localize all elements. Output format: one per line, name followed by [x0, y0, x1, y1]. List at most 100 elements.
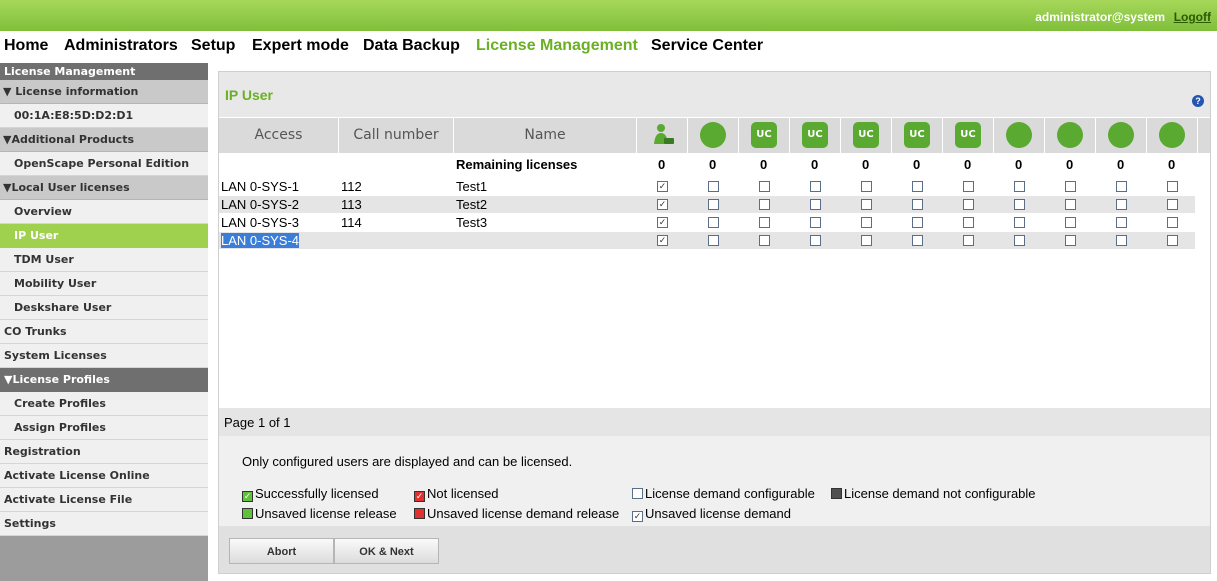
remaining-count: 0 — [1015, 157, 1023, 172]
nav-license-management[interactable]: License Management — [476, 37, 638, 55]
license-checkbox[interactable] — [1167, 199, 1178, 210]
logoff-link[interactable]: Logoff — [1174, 10, 1211, 24]
sidebar-item-6[interactable]: Overview — [0, 200, 208, 224]
table-row[interactable]: LAN 0-SYS-2 113 Test2 ✓ — [219, 196, 1195, 213]
license-checkbox[interactable] — [963, 181, 974, 192]
license-checkbox[interactable] — [1065, 235, 1076, 246]
license-column-8[interactable] — [994, 118, 1045, 153]
license-checkbox[interactable]: ✓ — [657, 217, 668, 228]
sidebar-item-4[interactable]: OpenScape Personal Edition — [0, 152, 208, 176]
license-checkbox[interactable] — [708, 235, 719, 246]
license-checkbox[interactable] — [963, 199, 974, 210]
license-checkbox[interactable] — [810, 235, 821, 246]
license-checkbox[interactable] — [1014, 199, 1025, 210]
license-checkbox[interactable]: ✓ — [657, 181, 668, 192]
sidebar-item-11[interactable]: CO Trunks — [0, 320, 208, 344]
license-checkbox[interactable] — [912, 217, 923, 228]
license-checkbox[interactable] — [963, 217, 974, 228]
table-row[interactable]: LAN 0-SYS-1 112 Test1 ✓ — [219, 178, 1195, 195]
legend-note: Only configured users are displayed and … — [242, 454, 573, 469]
sidebar-item-8[interactable]: TDM User — [0, 248, 208, 272]
column-access[interactable]: Access — [219, 118, 339, 153]
sidebar-item-10[interactable]: Deskshare User — [0, 296, 208, 320]
abort-button[interactable]: Abort — [229, 538, 334, 564]
nav-service-center[interactable]: Service Center — [651, 37, 763, 55]
license-column-2[interactable] — [688, 118, 739, 153]
nav-data-backup[interactable]: Data Backup — [363, 37, 460, 55]
sidebar-item-13[interactable]: ▼License Profiles — [0, 368, 208, 392]
license-checkbox[interactable] — [1065, 199, 1076, 210]
license-column-5[interactable]: UC — [841, 118, 892, 153]
license-column-4[interactable]: UC — [790, 118, 841, 153]
sidebar-item-1[interactable]: ▼ License information — [0, 80, 208, 104]
nav-setup[interactable]: Setup — [191, 37, 235, 55]
sidebar-item-12[interactable]: System Licenses — [0, 344, 208, 368]
license-checkbox[interactable] — [1116, 199, 1127, 210]
license-checkbox[interactable] — [861, 199, 872, 210]
license-column-10[interactable] — [1096, 118, 1147, 153]
table-row[interactable]: LAN 0-SYS-3 114 Test3 ✓ — [219, 214, 1195, 231]
license-column-11[interactable] — [1147, 118, 1198, 153]
license-checkbox[interactable] — [1065, 217, 1076, 228]
nav-administrators[interactable]: Administrators — [64, 37, 178, 55]
license-checkbox[interactable] — [1065, 181, 1076, 192]
license-checkbox[interactable] — [912, 199, 923, 210]
row-access: LAN 0-SYS-4 — [221, 233, 300, 248]
license-column-3[interactable]: UC — [739, 118, 790, 153]
sidebar-item-17[interactable]: Activate License Online — [0, 464, 208, 488]
sidebar-item-5[interactable]: ▼Local User licenses — [0, 176, 208, 200]
uc-person-icon: UC — [853, 122, 879, 148]
license-checkbox[interactable] — [759, 199, 770, 210]
remaining-count: 0 — [1117, 157, 1125, 172]
license-checkbox[interactable] — [759, 217, 770, 228]
column-call-number[interactable]: Call number — [339, 118, 454, 153]
sidebar-item-14[interactable]: Create Profiles — [0, 392, 208, 416]
license-checkbox[interactable] — [1167, 217, 1178, 228]
license-checkbox[interactable] — [708, 217, 719, 228]
license-checkbox[interactable]: ✓ — [657, 199, 668, 210]
license-checkbox[interactable] — [708, 181, 719, 192]
row-name: Test2 — [456, 197, 488, 212]
license-checkbox[interactable] — [1014, 217, 1025, 228]
license-column-7[interactable]: UC — [943, 118, 994, 153]
sidebar-item-19[interactable]: Settings — [0, 512, 208, 536]
license-checkbox[interactable] — [810, 181, 821, 192]
license-checkbox[interactable] — [861, 235, 872, 246]
help-icon[interactable]: ? — [1192, 95, 1204, 107]
license-checkbox[interactable] — [759, 181, 770, 192]
sidebar-item-15[interactable]: Assign Profiles — [0, 416, 208, 440]
license-checkbox[interactable] — [1014, 235, 1025, 246]
sidebar-item-9[interactable]: Mobility User — [0, 272, 208, 296]
license-checkbox[interactable] — [861, 217, 872, 228]
license-checkbox[interactable] — [1014, 181, 1025, 192]
pager: Page 1 of 1 — [219, 408, 1210, 436]
license-checkbox[interactable] — [759, 235, 770, 246]
license-checkbox[interactable] — [810, 217, 821, 228]
sidebar-item-18[interactable]: Activate License File — [0, 488, 208, 512]
license-column-9[interactable] — [1045, 118, 1096, 153]
license-column-1[interactable] — [637, 118, 688, 153]
license-checkbox[interactable] — [1116, 181, 1127, 192]
page-indicator: Page 1 of 1 — [224, 415, 291, 430]
license-checkbox[interactable] — [963, 235, 974, 246]
license-checkbox[interactable] — [708, 199, 719, 210]
sidebar-item-2[interactable]: 00:1A:E8:5D:D2:D1 — [0, 104, 208, 128]
sidebar-item-16[interactable]: Registration — [0, 440, 208, 464]
license-checkbox[interactable] — [1167, 235, 1178, 246]
license-checkbox[interactable] — [1116, 217, 1127, 228]
license-checkbox[interactable] — [1167, 181, 1178, 192]
license-checkbox[interactable] — [810, 199, 821, 210]
sidebar-item-7[interactable]: IP User — [0, 224, 208, 248]
table-row[interactable]: LAN 0-SYS-4 ✓ — [219, 232, 1195, 249]
license-checkbox[interactable] — [1116, 235, 1127, 246]
license-checkbox[interactable] — [912, 235, 923, 246]
sidebar-item-3[interactable]: ▼Additional Products — [0, 128, 208, 152]
ok-next-button[interactable]: OK & Next — [334, 538, 439, 564]
license-checkbox[interactable] — [861, 181, 872, 192]
column-name[interactable]: Name — [454, 118, 637, 153]
license-checkbox[interactable]: ✓ — [657, 235, 668, 246]
license-column-6[interactable]: UC — [892, 118, 943, 153]
license-checkbox[interactable] — [912, 181, 923, 192]
nav-expert-mode[interactable]: Expert mode — [252, 37, 349, 55]
nav-home[interactable]: Home — [4, 37, 48, 55]
